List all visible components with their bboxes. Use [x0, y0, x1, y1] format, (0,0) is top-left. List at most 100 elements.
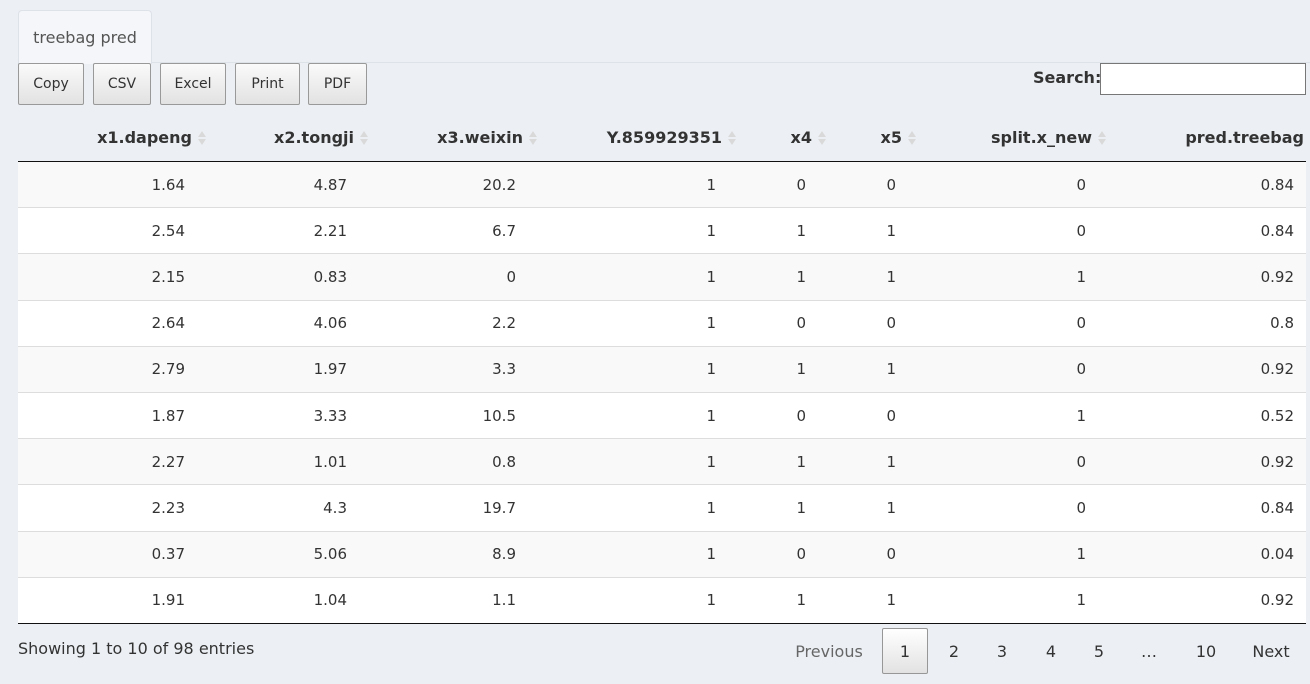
- excel-button[interactable]: Excel: [160, 63, 226, 105]
- table-cell-split-x-new: 0: [1076, 314, 1086, 333]
- table-cell-x1-dapeng: 1.91: [151, 591, 185, 610]
- column-header-label: x3.weixin: [437, 128, 523, 147]
- tab-treebag-pred[interactable]: treebag pred: [18, 10, 152, 64]
- table-cell-x4: 1: [796, 591, 806, 610]
- table-cell-x2-tongji: 0.83: [313, 267, 347, 286]
- table-cell-split-x-new: 0: [1076, 498, 1086, 517]
- table-cell-x2-tongji: 1.04: [313, 591, 347, 610]
- table-body: 1.64 4.87 20.2 1 0 0 0 0.84 2.54 2.21 6.7 1 1 1 0 0.84 2…: [18, 162, 1306, 624]
- page-button-5[interactable]: 5: [1082, 628, 1116, 674]
- table-cell-split-x-new: 1: [1076, 591, 1086, 610]
- table-cell-y: 1: [706, 452, 716, 471]
- table-cell-x5: 0: [886, 175, 896, 194]
- table-cell-x5: 0: [886, 545, 896, 564]
- table-row[interactable]: 2.15 0.83 0 1 1 1 1 0.92: [18, 254, 1306, 301]
- table-cell-y: 1: [706, 591, 716, 610]
- table-cell-x1-dapeng: 2.54: [151, 221, 185, 240]
- table-cell-x2-tongji: 4.3: [323, 498, 347, 517]
- page-button-3[interactable]: 3: [985, 628, 1019, 674]
- table-cell-pred-treebag: 0.84: [1260, 221, 1294, 240]
- column-header-x2-tongji[interactable]: x2.tongji: [274, 114, 369, 161]
- table-cell-x3-weixin: 0: [506, 267, 516, 286]
- column-header-x4[interactable]: x4: [791, 114, 827, 161]
- table-cell-x3-weixin: 1.1: [492, 591, 516, 610]
- column-header-label: pred.treebag: [1185, 128, 1304, 147]
- table-cell-pred-treebag: 0.84: [1260, 175, 1294, 194]
- table-cell-y: 1: [706, 221, 716, 240]
- table-header: x1.dapeng x2.tongji x3.weixin Y.859929351 x4…: [18, 114, 1306, 162]
- table-cell-y: 1: [706, 360, 716, 379]
- table-cell-y: 1: [706, 314, 716, 333]
- pdf-button[interactable]: PDF: [308, 63, 367, 105]
- column-header-split-x-new[interactable]: split.x_new: [991, 114, 1107, 161]
- page-button-10[interactable]: 10: [1186, 628, 1226, 674]
- page-button-1[interactable]: 1: [882, 628, 928, 674]
- table-cell-pred-treebag: 0.84: [1260, 498, 1294, 517]
- table-cell-x5: 1: [886, 452, 896, 471]
- table-cell-x5: 1: [886, 591, 896, 610]
- table-cell-x4: 1: [796, 360, 806, 379]
- table-row[interactable]: 1.87 3.33 10.5 1 0 0 1 0.52: [18, 392, 1306, 440]
- table-cell-x1-dapeng: 2.79: [151, 360, 185, 379]
- table-cell-x1-dapeng: 2.23: [151, 498, 185, 517]
- table-cell-split-x-new: 0: [1076, 360, 1086, 379]
- column-header-x5[interactable]: x5: [881, 114, 917, 161]
- table-row[interactable]: 2.54 2.21 6.7 1 1 1 0 0.84: [18, 208, 1306, 255]
- column-header-label: x2.tongji: [274, 128, 354, 147]
- sort-icon: [359, 129, 369, 147]
- table-row[interactable]: 2.23 4.3 19.7 1 1 1 0 0.84: [18, 485, 1306, 532]
- page-button-4[interactable]: 4: [1034, 628, 1068, 674]
- table-cell-x4: 1: [796, 221, 806, 240]
- table-row[interactable]: 2.27 1.01 0.8 1 1 1 0 0.92: [18, 439, 1306, 486]
- page-button-2[interactable]: 2: [937, 628, 971, 674]
- table-cell-x3-weixin: 2.2: [492, 314, 516, 333]
- column-header-label: split.x_new: [990, 128, 1092, 147]
- copy-button[interactable]: Copy: [18, 63, 84, 105]
- column-header-pred-treebag[interactable]: pred.treebag: [1185, 114, 1310, 161]
- table-cell-x1-dapeng: 2.15: [151, 267, 185, 286]
- column-header-y[interactable]: Y.859929351: [607, 114, 737, 161]
- sort-icon: [907, 129, 917, 147]
- table-cell-split-x-new: 0: [1076, 175, 1086, 194]
- table-cell-x2-tongji: 5.06: [313, 545, 347, 564]
- table-row[interactable]: 1.64 4.87 20.2 1 0 0 0 0.84: [18, 162, 1306, 209]
- table-cell-pred-treebag: 0.92: [1260, 360, 1294, 379]
- table-cell-x1-dapeng: 2.64: [151, 314, 185, 333]
- sort-icon: [727, 129, 737, 147]
- csv-button[interactable]: CSV: [93, 63, 151, 105]
- column-header-x1-dapeng[interactable]: x1.dapeng: [97, 114, 207, 161]
- column-header-x3-weixin[interactable]: x3.weixin: [437, 114, 538, 161]
- table-row[interactable]: 2.79 1.97 3.3 1 1 1 0 0.92: [18, 346, 1306, 393]
- table-row[interactable]: 1.91 1.04 1.1 1 1 1 1 0.92: [18, 577, 1306, 624]
- search-input[interactable]: [1100, 63, 1306, 95]
- data-table: x1.dapeng x2.tongji x3.weixin Y.859929351 x4…: [18, 114, 1306, 624]
- table-cell-x5: 0: [886, 406, 896, 425]
- table-cell-pred-treebag: 0.92: [1260, 591, 1294, 610]
- next-button[interactable]: Next: [1246, 628, 1296, 674]
- table-cell-x1-dapeng: 0.37: [151, 545, 185, 564]
- table-cell-pred-treebag: 0.92: [1260, 267, 1294, 286]
- table-row[interactable]: 2.64 4.06 2.2 1 0 0 0 0.8: [18, 300, 1306, 347]
- table-cell-split-x-new: 1: [1076, 267, 1086, 286]
- table-cell-x2-tongji: 1.01: [313, 452, 347, 471]
- table-cell-x3-weixin: 19.7: [482, 498, 516, 517]
- table-cell-x2-tongji: 3.33: [313, 406, 347, 425]
- table-cell-pred-treebag: 0.8: [1270, 314, 1294, 333]
- print-button[interactable]: Print: [235, 63, 300, 105]
- table-cell-split-x-new: 1: [1076, 406, 1086, 425]
- table-cell-split-x-new: 0: [1076, 221, 1086, 240]
- sort-icon: [197, 129, 207, 147]
- table-row[interactable]: 0.37 5.06 8.9 1 0 0 1 0.04: [18, 531, 1306, 578]
- table-cell-x1-dapeng: 1.87: [151, 406, 185, 425]
- table-cell-x2-tongji: 1.97: [313, 360, 347, 379]
- table-cell-x4: 0: [796, 545, 806, 564]
- sort-icon: [1097, 129, 1107, 147]
- table-cell-x5: 1: [886, 267, 896, 286]
- pagination-ellipsis: …: [1141, 641, 1157, 661]
- table-cell-y: 1: [706, 498, 716, 517]
- previous-button[interactable]: Previous: [790, 628, 868, 674]
- table-cell-x2-tongji: 4.87: [313, 175, 347, 194]
- table-cell-x3-weixin: 8.9: [492, 545, 516, 564]
- table-cell-y: 1: [706, 545, 716, 564]
- pagination: Previous 1 2 3 4 5 … 10 Next: [0, 628, 1310, 674]
